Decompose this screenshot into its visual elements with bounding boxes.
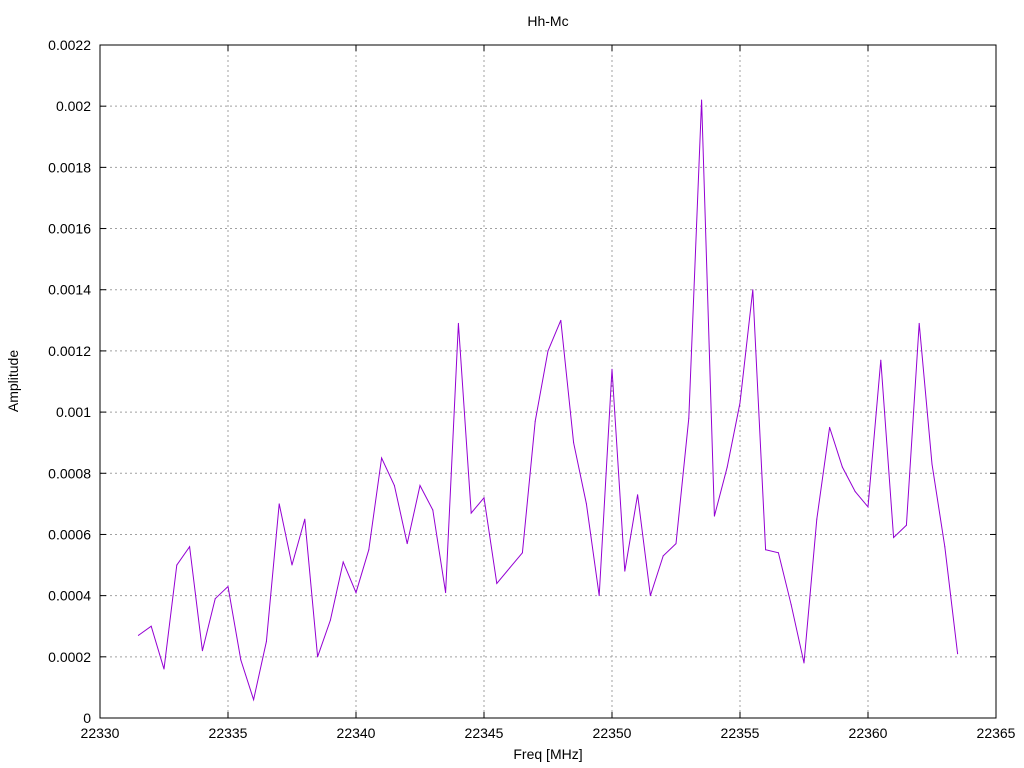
data-point [393,485,395,487]
data-point [867,506,869,508]
data-point [560,319,562,321]
x-axis-label: Freq [MHz] [513,746,582,762]
data-point [291,564,293,566]
y-tick-label: 0.0004 [48,588,91,604]
y-tick-label: 0.0022 [48,37,91,53]
grid-lines [100,45,996,718]
data-point [496,582,498,584]
data-point [304,518,306,520]
data-point [854,491,856,493]
data-point [726,466,728,468]
data-point [803,662,805,664]
data-point [637,494,639,496]
y-tick-label: 0.0002 [48,649,91,665]
data-point [880,359,882,361]
axis-ticks [99,44,997,719]
data-point [432,509,434,511]
data-point [150,625,152,627]
series-layer [137,99,959,702]
data-point [381,457,383,459]
data-point [509,567,511,569]
data-point [713,515,715,517]
y-tick-label: 0.0008 [48,465,91,481]
data-point [406,543,408,545]
data-point [240,659,242,661]
y-tick-label: 0.0012 [48,343,91,359]
data-point [278,503,280,505]
data-point [675,543,677,545]
data-point [931,463,933,465]
data-point [355,592,357,594]
y-tick-label: 0.0018 [48,159,91,175]
data-point [419,485,421,487]
data-point [701,99,703,101]
x-tick-labels: 22330 22335 22340 22345 22350 22355 22360 22365 [81,725,1016,741]
data-point [457,322,459,324]
data-point [649,595,651,597]
data-point [752,289,754,291]
data-point [790,604,792,606]
data-point [227,585,229,587]
x-tick-label: 22330 [81,725,120,741]
data-point [944,546,946,548]
x-tick-label: 22340 [337,725,376,741]
y-tick-label: 0.0006 [48,526,91,542]
data-point [739,402,741,404]
x-tick-label: 22360 [849,725,888,741]
data-point [829,426,831,428]
x-tick-label: 22345 [465,725,504,741]
data-point [765,549,767,551]
data-point [918,322,920,324]
data-point [201,650,203,652]
data-point [176,564,178,566]
data-point [163,668,165,670]
data-point [573,442,575,444]
data-point [624,570,626,572]
x-tick-label: 22355 [721,725,760,741]
data-point [662,555,664,557]
data-point [547,350,549,352]
data-point [521,552,523,554]
data-point [368,549,370,551]
y-tick-label: 0 [83,710,91,726]
chart-title: Hh-Mc [527,13,568,29]
data-point [483,497,485,499]
y-tick-labels: 0 0.0002 0.0004 0.0006 0.0008 0.001 0.0012 0.00… [48,37,91,726]
y-tick-label: 0.002 [56,98,91,114]
data-point [688,417,690,419]
y-tick-label: 0.001 [56,404,91,420]
chart-container: 22330 22335 22340 22345 22350 22355 22360 22365… [0,0,1024,768]
series-line [138,100,959,702]
x-tick-label: 22335 [209,725,248,741]
data-point [777,552,779,554]
data-point [329,619,331,621]
data-point [816,518,818,520]
data-point [214,598,216,600]
data-point [137,634,139,636]
data-point [598,595,600,597]
data-point [470,512,472,514]
data-point [841,466,843,468]
y-tick-label: 0.0014 [48,282,91,298]
data-point [253,699,255,701]
data-point [611,368,613,370]
data-point [445,592,447,594]
plot-frame [99,44,997,719]
data-point [905,524,907,526]
data-point [893,537,895,539]
y-tick-label: 0.0016 [48,221,91,237]
data-point [265,641,267,643]
line-chart: 22330 22335 22340 22345 22350 22355 22360 22365… [5,13,1016,762]
data-point [957,653,959,655]
y-axis-label: Amplitude [5,350,21,412]
x-tick-label: 22365 [977,725,1016,741]
data-point [534,420,536,422]
data-point [585,503,587,505]
data-point [189,546,191,548]
x-tick-label: 22350 [593,725,632,741]
data-point [342,561,344,563]
data-point [317,656,319,658]
